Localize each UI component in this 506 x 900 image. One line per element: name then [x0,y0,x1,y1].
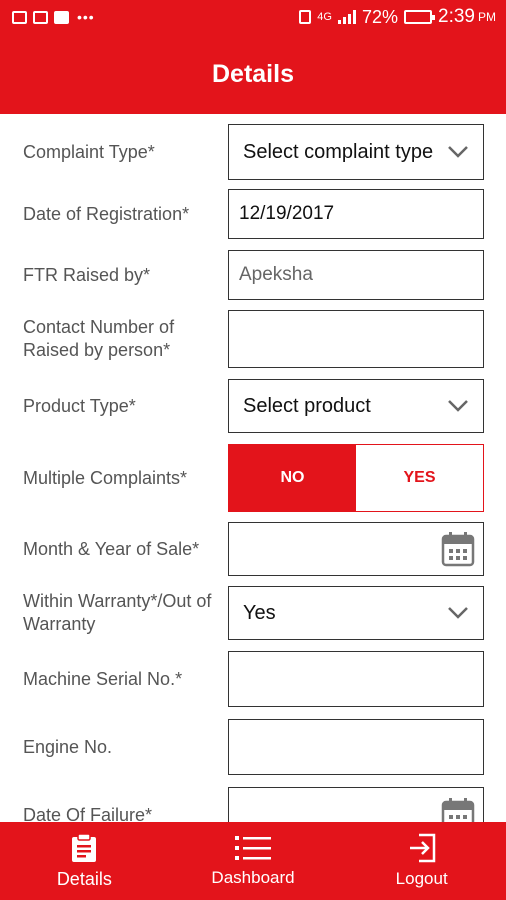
mail-icon [12,10,27,24]
signal-icon [337,10,356,24]
image-icon [54,10,69,24]
product-type-value: Select product [243,394,371,417]
month-year-sale-label: Month & Year of Sale* [23,538,200,559]
mail-icon [33,10,48,24]
ftr-raised-by-field[interactable]: Apeksha [228,250,484,300]
page-title: Details [212,59,294,88]
clipboard-icon [72,832,97,862]
chevron-down-icon [445,393,471,419]
calendar-icon[interactable] [441,797,475,822]
date-of-failure-field[interactable] [228,787,484,822]
app-header: Details [0,34,506,114]
date-of-failure-label: Date Of Failure* [23,804,153,823]
complaint-type-label: Complaint Type* [23,141,155,162]
warranty-select[interactable]: Yes [228,586,484,640]
complaint-type-select[interactable]: Select complaint type [228,124,484,180]
details-form: Complaint Type* Select complaint type Da… [0,114,506,822]
contact-number-field[interactable] [228,310,484,368]
date-registration-field[interactable]: 12/19/2017 [228,189,484,239]
product-type-select[interactable]: Select product [228,379,484,433]
network-type: 4G [317,11,332,23]
nav-dashboard[interactable]: Dashboard [169,822,338,900]
more-notifications-icon: ••• [77,9,95,25]
calendar-icon[interactable] [441,531,475,567]
multiple-complaints-toggle: NO YES [228,444,484,512]
battery-icon [404,10,436,24]
system-status: 4G 72% 2:39 PM [299,6,496,28]
ftr-raised-by-value: Apeksha [239,264,313,285]
machine-serial-label: Machine Serial No.* [23,668,183,689]
clock-ampm: PM [478,10,496,24]
date-registration-label: Date of Registration* [23,203,190,224]
battery-percent: 72% [361,6,399,27]
engine-no-field[interactable] [228,719,484,775]
nav-logout-label: Logout [395,869,448,888]
nav-details[interactable]: Details [0,822,169,900]
warranty-label: Within Warranty*/Out of Warranty [23,591,212,634]
logout-icon [409,833,435,863]
nav-logout[interactable]: Logout [337,822,506,900]
chevron-down-icon [445,139,471,165]
warranty-value: Yes [243,601,276,624]
complaint-type-value: Select complaint type [243,140,434,163]
nav-details-label: Details [56,868,112,889]
sim-icon [299,10,312,24]
product-type-label: Product Type* [23,395,136,416]
month-year-sale-field[interactable] [228,522,484,576]
date-registration-value: 12/19/2017 [239,203,335,224]
toggle-yes-button[interactable]: YES [356,445,483,511]
machine-serial-field[interactable] [228,651,484,707]
chevron-down-icon [445,600,471,626]
notification-icons: ••• [12,9,95,25]
multiple-complaints-label: Multiple Complaints* [23,467,188,488]
list-icon [235,836,271,860]
bottom-navigation: Details Dashboard Logout [0,822,506,900]
ftr-raised-by-label: FTR Raised by* [23,264,151,285]
toggle-no-button[interactable]: NO [229,445,356,511]
engine-no-label: Engine No. [23,736,113,757]
status-bar: ••• 4G 72% 2:39 PM [0,0,506,34]
nav-dashboard-label: Dashboard [211,868,295,887]
clock-time: 2:39 [438,6,475,27]
contact-number-label: Contact Number of Raised by person* [23,317,175,360]
